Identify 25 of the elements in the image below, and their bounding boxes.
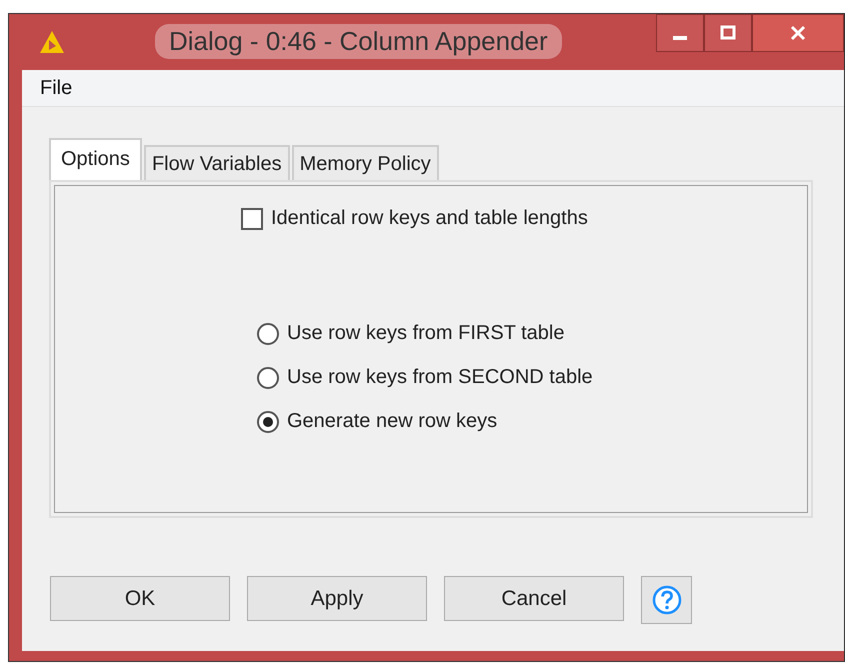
radio-button[interactable] xyxy=(257,366,279,388)
radio-label: Generate new row keys xyxy=(287,410,498,433)
tab[interactable]: Options xyxy=(49,138,142,180)
close-button[interactable] xyxy=(752,14,844,52)
tab[interactable]: Flow Variables xyxy=(144,145,290,180)
dialog-button[interactable]: Apply xyxy=(247,576,427,621)
dialog-button[interactable]: OK xyxy=(50,576,230,621)
help-icon xyxy=(652,585,682,615)
radio-label: Use row keys from SECOND table xyxy=(287,366,593,389)
radio-label: Use row keys from FIRST table xyxy=(287,322,564,345)
minimize-button[interactable] xyxy=(656,14,704,52)
checkbox-label: Identical row keys and table lengths xyxy=(271,207,588,230)
maximize-button[interactable] xyxy=(704,14,752,52)
help-button[interactable] xyxy=(641,576,692,624)
maximize-icon xyxy=(719,24,737,42)
menu-item[interactable]: File xyxy=(40,76,72,100)
minimize-icon xyxy=(673,36,687,40)
close-icon xyxy=(788,24,808,42)
triangle-logo-icon xyxy=(39,30,65,54)
checkbox[interactable] xyxy=(241,208,263,230)
dialog-button[interactable]: Cancel xyxy=(444,576,624,621)
radio-button[interactable] xyxy=(257,410,279,432)
radio-button[interactable] xyxy=(257,322,279,344)
window-title: Dialog - 0:46 - Column Appender xyxy=(155,24,562,59)
tab[interactable]: Memory Policy xyxy=(292,145,439,180)
